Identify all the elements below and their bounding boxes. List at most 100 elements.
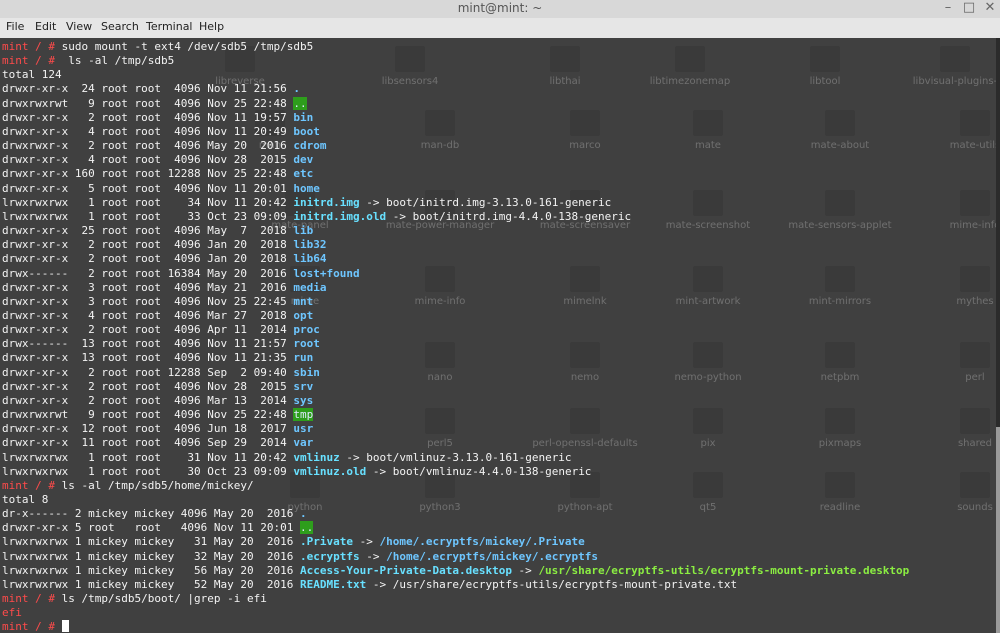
terminal-line: drwxr-xr-x 2 root root 4096 Jan 20 2018 … xyxy=(2,238,327,251)
menu-search[interactable]: Search xyxy=(101,20,139,33)
file-name: run xyxy=(293,351,314,365)
file-name: lib64 xyxy=(293,252,327,266)
listing-metadata: drwxr-xr-x 11 root root 4096 Sep 29 2014 xyxy=(2,436,294,450)
file-name: bin xyxy=(293,110,314,124)
symlink-target: /home/.ecryptfs/mickey/.Private xyxy=(379,535,585,549)
terminal-line: drwxr-xr-x 2 root root 4096 Nov 28 2015 … xyxy=(2,380,313,393)
listing-metadata: drwxr-xr-x 5 root root 4096 Nov 11 20:01 xyxy=(2,181,294,195)
listing-metadata: drwxr-xr-x 2 root root 12288 Sep 2 09:40 xyxy=(2,365,294,379)
terminal-line: drwxr-xr-x 3 root root 4096 Nov 25 22:45… xyxy=(2,295,313,308)
menu-edit[interactable]: Edit xyxy=(35,20,56,33)
listing-metadata: drwx------ 13 root root 4096 Nov 11 21:5… xyxy=(2,337,294,351)
symlink-target: -> /usr/share/ecryptfs-utils/ecryptfs-mo… xyxy=(366,577,738,591)
file-name: sbin xyxy=(293,365,320,379)
terminal-line: total 8 xyxy=(2,493,48,506)
output-text: efi xyxy=(2,606,22,620)
file-name: usr xyxy=(293,422,314,436)
terminal-line: lrwxrwxrwx 1 mickey mickey 31 May 20 201… xyxy=(2,535,585,548)
symlink-arrow: -> xyxy=(353,535,380,549)
listing-metadata: drwxr-xr-x 12 root root 4096 Jun 18 2017 xyxy=(2,422,294,436)
terminal-line: drwxr-xr-x 3 root root 4096 May 21 2016 … xyxy=(2,281,327,294)
listing-metadata: drwxr-xr-x 3 root root 4096 Nov 25 22:45 xyxy=(2,294,294,308)
file-name: lib32 xyxy=(293,238,327,252)
terminal-line: mint / # sudo mount -t ext4 /dev/sdb5 /t… xyxy=(2,40,313,53)
listing-metadata: lrwxrwxrwx 1 mickey mickey 31 May 20 201… xyxy=(2,535,301,549)
file-name: .Private xyxy=(300,535,353,549)
vertical-scrollbar[interactable] xyxy=(996,38,1000,633)
shell-prompt: mint / # xyxy=(2,592,55,606)
terminal-line: drwxrwxr-x 2 root root 4096 May 20 2016 … xyxy=(2,139,327,152)
file-name: etc xyxy=(293,167,314,181)
terminal-line: drwxr-xr-x 5 root root 4096 Nov 11 20:01… xyxy=(2,182,320,195)
symlink-target: -> boot/vmlinuz-4.4.0-138-generic xyxy=(366,464,592,478)
terminal-area[interactable]: libreverse libsensors4 libthai libtimezonem… xyxy=(0,38,996,633)
listing-metadata: drwxr-xr-x 2 root root 4096 Nov 11 19:57 xyxy=(2,110,294,124)
terminal-line: lrwxrwxrwx 1 root root 34 Nov 11 20:42 i… xyxy=(2,196,611,209)
terminal-line: drwxr-xr-x 5 root root 4096 Nov 11 20:01… xyxy=(2,521,314,535)
listing-metadata: lrwxrwxrwx 1 mickey mickey 32 May 20 201… xyxy=(2,549,301,563)
terminal-output[interactable]: mint / # sudo mount -t ext4 /dev/sdb5 /t… xyxy=(2,40,992,633)
terminal-line: drwxr-xr-x 4 root root 4096 Nov 11 20:49… xyxy=(2,125,320,138)
listing-metadata: drwxr-xr-x 2 root root 4096 Jan 20 2018 xyxy=(2,238,294,252)
terminal-line: drwxr-xr-x 4 root root 4096 Mar 27 2018 … xyxy=(2,309,313,322)
terminal-line: drwxr-xr-x 2 root root 12288 Sep 2 09:40… xyxy=(2,366,320,379)
file-name: media xyxy=(293,280,327,294)
file-name: vmlinuz.old xyxy=(293,464,367,478)
terminal-line: drwxr-xr-x 13 root root 4096 Nov 11 21:3… xyxy=(2,351,313,364)
menu-help[interactable]: Help xyxy=(199,20,224,33)
command-text: ls -al /tmp/sdb5/home/mickey/ xyxy=(54,478,254,492)
file-name: var xyxy=(293,436,314,450)
listing-metadata: lrwxrwxrwx 1 mickey mickey 52 May 20 201… xyxy=(2,577,301,591)
symlink-target: -> boot/initrd.img-3.13.0-161-generic xyxy=(359,195,612,209)
file-name: README.txt xyxy=(300,577,367,591)
minimize-icon[interactable]: – xyxy=(939,0,957,17)
window-title: mint@mint: ~ xyxy=(457,1,543,15)
output-text: total 8 xyxy=(2,493,49,506)
terminal-line: drwx------ 2 root root 16384 May 20 2016… xyxy=(2,267,360,280)
maximize-icon[interactable]: □ xyxy=(960,0,978,17)
command-text: ls -al /tmp/sdb5 xyxy=(54,54,175,68)
listing-metadata: drwxrwxrwt 9 root root 4096 Nov 25 22:48 xyxy=(2,408,294,422)
file-name: lib xyxy=(293,224,314,238)
symlink-target: -> boot/initrd.img-4.4.0-138-generic xyxy=(386,209,632,223)
listing-metadata: drwx------ 2 root root 16384 May 20 2016 xyxy=(2,266,294,280)
close-icon[interactable]: ✕ xyxy=(981,0,999,17)
listing-metadata: lrwxrwxrwx 1 root root 30 Oct 23 09:09 xyxy=(2,464,294,478)
terminal-line: total 124 xyxy=(2,68,62,81)
file-name: lost+found xyxy=(293,266,360,280)
terminal-line: lrwxrwxrwx 1 mickey mickey 52 May 20 201… xyxy=(2,578,737,591)
listing-metadata: drwxr-xr-x 4 root root 4096 Mar 27 2018 xyxy=(2,308,294,322)
menu-terminal[interactable]: Terminal xyxy=(146,20,193,33)
file-name: srv xyxy=(293,379,314,393)
file-name: sys xyxy=(293,393,314,407)
listing-metadata: drwxr-xr-x 3 root root 4096 May 21 2016 xyxy=(2,280,294,294)
symlink-target: -> boot/vmlinuz-3.13.0-161-generic xyxy=(339,450,572,464)
menu-file[interactable]: File xyxy=(6,20,24,33)
file-name: vmlinuz xyxy=(293,450,340,464)
terminal-line: lrwxrwxrwx 1 root root 30 Oct 23 09:09 v… xyxy=(2,465,591,478)
listing-metadata: drwxr-xr-x 13 root root 4096 Nov 11 21:3… xyxy=(2,351,294,365)
file-name: proc xyxy=(293,323,320,337)
output-text: total 124 xyxy=(2,68,62,82)
listing-metadata: lrwxrwxrwx 1 root root 34 Nov 11 20:42 xyxy=(2,195,294,209)
terminal-line: mint / # ls -al /tmp/sdb5/home/mickey/ xyxy=(2,479,254,492)
terminal-line: drwxr-xr-x 2 root root 4096 Mar 13 2014 … xyxy=(2,394,313,407)
file-name: tmp xyxy=(293,408,314,422)
terminal-line: drwxr-xr-x 2 root root 4096 Jan 20 2018 … xyxy=(2,252,327,265)
terminal-line: drwx------ 13 root root 4096 Nov 11 21:5… xyxy=(2,337,320,350)
file-name: .. xyxy=(293,96,307,110)
command-text: sudo mount -t ext4 /dev/sdb5 /tmp/sdb5 xyxy=(54,40,314,53)
terminal-line: drwxr-xr-x 4 root root 4096 Nov 28 2015 … xyxy=(2,153,313,166)
cursor xyxy=(61,620,69,633)
command-text xyxy=(55,620,62,633)
menu-view[interactable]: View xyxy=(66,20,92,33)
symlink-arrow: -> xyxy=(511,563,539,577)
listing-metadata: drwxr-xr-x 2 root root 4096 Mar 13 2014 xyxy=(2,393,294,407)
terminal-line: drwxr-xr-x 160 root root 12288 Nov 25 22… xyxy=(2,167,313,180)
listing-metadata: drwxr-xr-x 160 root root 12288 Nov 25 22… xyxy=(2,167,294,181)
scrollbar-thumb[interactable] xyxy=(996,427,1000,633)
file-name: home xyxy=(293,181,320,195)
listing-metadata: dr-x------ 2 mickey mickey 4096 May 20 2… xyxy=(2,507,301,521)
terminal-line: drwxr-xr-x 2 root root 4096 Apr 11 2014 … xyxy=(2,323,320,336)
menu-bar: File Edit View Search Terminal Help xyxy=(0,18,1000,39)
